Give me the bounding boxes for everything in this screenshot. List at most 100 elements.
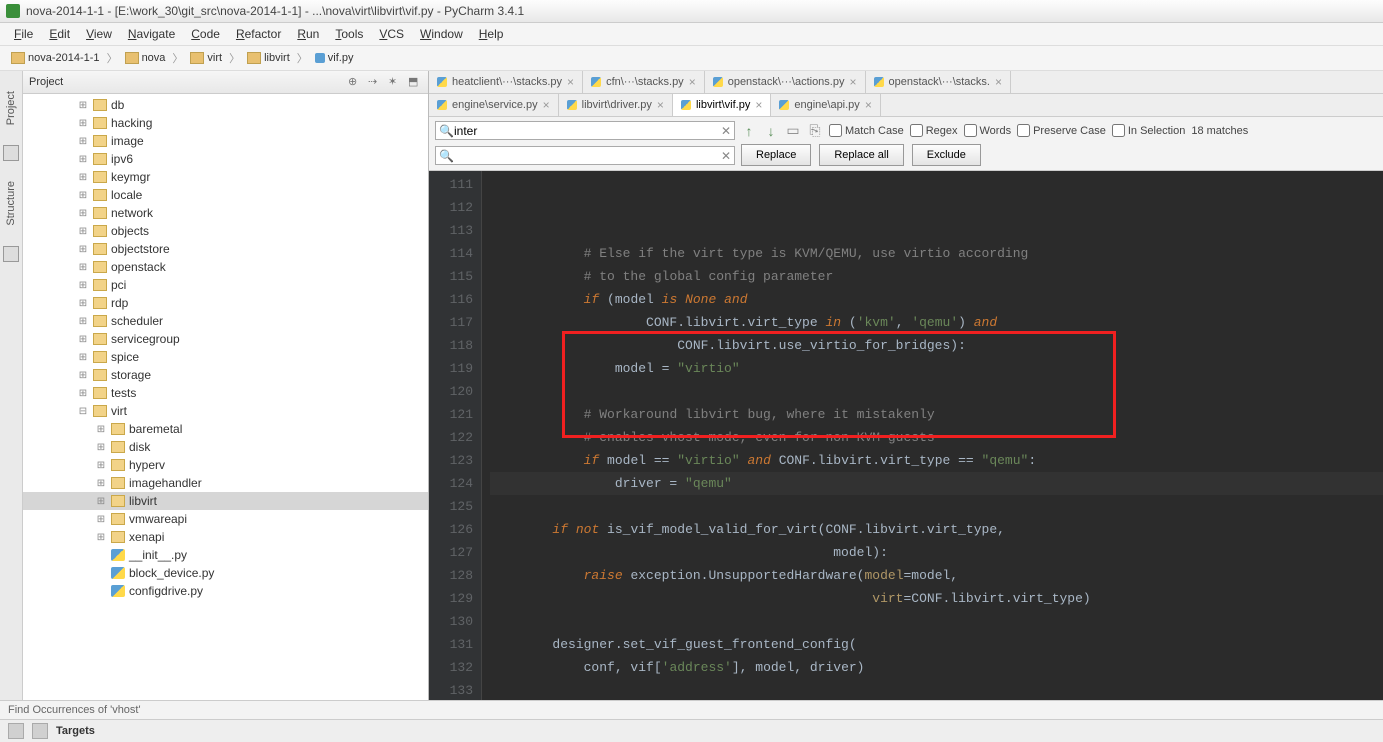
menu-vcs[interactable]: VCS [373,25,410,43]
tab-engine-api-py[interactable]: engine\api.py× [771,94,880,116]
breadcrumb-libvirt[interactable]: libvirt [242,49,295,67]
sidebar-icon-2[interactable] [3,246,19,262]
collapse-icon[interactable]: ⊕ [348,75,362,89]
tab-engine-service-py[interactable]: engine\service.py× [429,94,559,116]
menu-code[interactable]: Code [185,25,226,43]
add-selection-icon[interactable]: ⎘ [807,123,823,139]
tab-heatclient-stacks-py[interactable]: heatclient\···\stacks.py× [429,71,583,93]
tree-item-storage[interactable]: ⊞storage [23,366,428,384]
tree-item-virt[interactable]: ⊟virt [23,402,428,420]
tree-item-servicegroup[interactable]: ⊞servicegroup [23,330,428,348]
project-panel: Project ⊕ ⇢ ✶ ⬒ ⊞db⊞hacking⊞image⊞ipv6⊞k… [23,71,429,700]
menu-help[interactable]: Help [473,25,510,43]
breadcrumb-vif-py[interactable]: vif.py [310,49,359,67]
clear-replace-icon[interactable]: ✕ [721,149,731,163]
preserve-case-checkbox[interactable] [1017,124,1030,137]
menu-run[interactable]: Run [291,25,325,43]
tree-item-scheduler[interactable]: ⊞scheduler [23,312,428,330]
status-bar: Find Occurrences of 'vhost' [0,700,1383,719]
close-tab-icon[interactable]: × [865,98,872,112]
close-tab-icon[interactable]: × [995,75,1002,89]
tree-item-spice[interactable]: ⊞spice [23,348,428,366]
menu-tools[interactable]: Tools [329,25,369,43]
replace-button[interactable]: Replace [741,144,811,166]
tree-item-rdp[interactable]: ⊞rdp [23,294,428,312]
tab-openstack-actions-py[interactable]: openstack\···\actions.py× [705,71,866,93]
exclude-button[interactable]: Exclude [912,144,981,166]
menu-navigate[interactable]: Navigate [122,25,181,43]
tree-item-baremetal[interactable]: ⊞baremetal [23,420,428,438]
tree-item-objects[interactable]: ⊞objects [23,222,428,240]
in-selection-checkbox[interactable] [1112,124,1125,137]
tree-item-openstack[interactable]: ⊞openstack [23,258,428,276]
tree-item-libvirt[interactable]: ⊞libvirt [23,492,428,510]
tree-item-block_device-py[interactable]: block_device.py [23,564,428,582]
menu-window[interactable]: Window [414,25,469,43]
tree-item-configdrive-py[interactable]: configdrive.py [23,582,428,600]
status-text: Find Occurrences of 'vhost' [8,704,141,716]
match-case-checkbox[interactable] [829,124,842,137]
menu-refactor[interactable]: Refactor [230,25,287,43]
scroll-from-source-icon[interactable]: ⇢ [368,75,382,89]
targets-tab[interactable]: Targets [56,725,95,737]
replace-input[interactable] [435,146,735,165]
sidebar-tab-project[interactable]: Project [5,91,17,125]
tree-item-objectstore[interactable]: ⊞objectstore [23,240,428,258]
tree-item-xenapi[interactable]: ⊞xenapi [23,528,428,546]
bottom-icon-1[interactable] [8,723,24,739]
breadcrumb-nova-2014-1-1[interactable]: nova-2014-1-1 [6,49,105,67]
menu-file[interactable]: File [8,25,39,43]
find-input[interactable] [435,121,735,140]
window-titlebar: nova-2014-1-1 - [E:\work_30\git_src\nova… [0,0,1383,23]
replace-search-icon: 🔍 [439,149,454,163]
tab-libvirt-driver-py[interactable]: libvirt\driver.py× [559,94,673,116]
tree-item-locale[interactable]: ⊞locale [23,186,428,204]
tab-openstack-stacks-[interactable]: openstack\···\stacks.× [866,71,1012,93]
close-tab-icon[interactable]: × [543,98,550,112]
menubar: FileEditViewNavigateCodeRefactorRunTools… [0,23,1383,46]
breadcrumb: nova-2014-1-1〉nova〉virt〉libvirt〉vif.py [0,46,1383,71]
next-match-icon[interactable]: ↓ [763,123,779,139]
editor-tabs-row-1: heatclient\···\stacks.py×cfn\···\stacks.… [429,71,1383,94]
settings-icon[interactable]: ✶ [388,75,402,89]
tree-item-network[interactable]: ⊞network [23,204,428,222]
sidebar-icon-1[interactable] [3,145,19,161]
tree-item-db[interactable]: ⊞db [23,96,428,114]
select-all-icon[interactable]: ▭ [785,123,801,139]
tree-item-keymgr[interactable]: ⊞keymgr [23,168,428,186]
code-editor[interactable]: 1111121131141151161171181191201211221231… [429,171,1383,700]
tree-item-imagehandler[interactable]: ⊞imagehandler [23,474,428,492]
close-tab-icon[interactable]: × [689,75,696,89]
clear-search-icon[interactable]: ✕ [721,124,731,138]
close-tab-icon[interactable]: × [755,98,762,112]
code-content[interactable]: # Else if the virt type is KVM/QEMU, use… [482,171,1383,700]
tree-item-hyperv[interactable]: ⊞hyperv [23,456,428,474]
tree-item-vmwareapi[interactable]: ⊞vmwareapi [23,510,428,528]
tab-libvirt-vif-py[interactable]: libvirt\vif.py× [673,94,771,116]
close-tab-icon[interactable]: × [657,98,664,112]
tree-item-hacking[interactable]: ⊞hacking [23,114,428,132]
bottom-icon-2[interactable] [32,723,48,739]
tree-item-pci[interactable]: ⊞pci [23,276,428,294]
sidebar-tab-structure[interactable]: Structure [5,181,17,226]
close-tab-icon[interactable]: × [849,75,856,89]
hide-icon[interactable]: ⬒ [408,75,422,89]
window-title: nova-2014-1-1 - [E:\work_30\git_src\nova… [26,4,524,18]
words-checkbox[interactable] [964,124,977,137]
regex-checkbox[interactable] [910,124,923,137]
project-header-label: Project [29,76,63,88]
tree-item-image[interactable]: ⊞image [23,132,428,150]
prev-match-icon[interactable]: ↑ [741,123,757,139]
project-tree[interactable]: ⊞db⊞hacking⊞image⊞ipv6⊞keymgr⊞locale⊞net… [23,94,428,700]
breadcrumb-nova[interactable]: nova [120,49,171,67]
tree-item-ipv6[interactable]: ⊞ipv6 [23,150,428,168]
menu-view[interactable]: View [80,25,118,43]
tree-item-disk[interactable]: ⊞disk [23,438,428,456]
close-tab-icon[interactable]: × [567,75,574,89]
tree-item-tests[interactable]: ⊞tests [23,384,428,402]
breadcrumb-virt[interactable]: virt [185,49,227,67]
replace-all-button[interactable]: Replace all [819,144,903,166]
tab-cfn-stacks-py[interactable]: cfn\···\stacks.py× [583,71,705,93]
tree-item-__init__-py[interactable]: __init__.py [23,546,428,564]
menu-edit[interactable]: Edit [43,25,76,43]
